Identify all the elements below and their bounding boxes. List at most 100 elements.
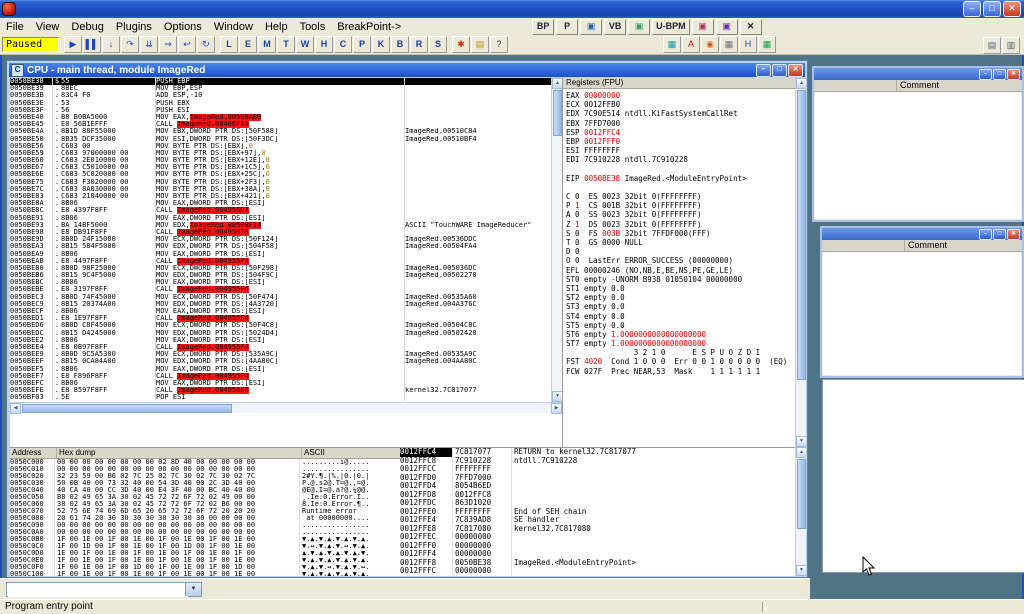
window-l-button[interactable]: L	[220, 36, 238, 53]
dump-row[interactable]: 0050C0D01E 00 1F 00 1E 00 1F 00 1E 00 1F…	[10, 550, 400, 557]
disasm-row[interactable]: 0050BE56.C603 00MOV BYTE PTR DS:[EBX],0	[10, 143, 551, 150]
stack-row[interactable]: 0012FFC87C910228ntdll.7C910228	[400, 457, 795, 466]
rw1-minimize-button[interactable]: –	[979, 69, 992, 80]
register-row[interactable]: ECX 0012FFB0	[566, 100, 796, 109]
register-row[interactable]: EFL 00000246 (NO,NB,E,BE,NS,PE,GE,LE)	[566, 266, 796, 275]
window-e-button[interactable]: E	[239, 36, 257, 53]
stack-row[interactable]: 0012FFE87C817080kernel32.7C817080	[400, 525, 795, 534]
disasm-row[interactable]: 0050BEE4.E8 0B97F8FFCALL ImageRed.004955…	[10, 344, 551, 351]
appearance-icon[interactable]: ▤	[471, 36, 489, 53]
stack-row[interactable]: 0012FFFC00000000	[400, 567, 795, 576]
refresh-icon[interactable]: ↻	[197, 36, 215, 53]
stack-row[interactable]: 0012FFF400000000	[400, 550, 795, 559]
window-m-button[interactable]: M	[258, 36, 276, 53]
command-combobox[interactable]: ▼	[6, 582, 202, 597]
close-button[interactable]: ✕	[1003, 1, 1021, 17]
disasm-row[interactable]: 0050BEB6.8B15 9C4F5000MOV EDX,DWORD PTR …	[10, 272, 551, 279]
tool-grid-teal-icon[interactable]: ▦	[663, 36, 681, 53]
stack-row[interactable]: 0012FFC47C817077RETURN to kernel32.7C817…	[400, 448, 795, 457]
register-row[interactable]: EAX 00000000	[566, 91, 796, 100]
stack-scroll-thumb[interactable]	[797, 459, 806, 529]
disasm-row[interactable]: 0050BEC3.8B0D 74F45000MOV ECX,DWORD PTR …	[10, 294, 551, 301]
register-row[interactable]: ESP 0012FFC4	[566, 128, 796, 137]
tool-grid-green-icon[interactable]: ▦	[758, 36, 776, 53]
menu-tools[interactable]: Tools	[294, 20, 332, 34]
disasm-row[interactable]: 0050BEEF.8B15 0CA84A00MOV EDX,DWORD PTR …	[10, 358, 551, 365]
step-over-icon[interactable]: ↷	[121, 36, 139, 53]
dump-row[interactable]: 0050C050B8 02 49 65 3A 30 02 45 72 72 6F…	[10, 494, 400, 501]
pause-icon[interactable]: ▌▌	[83, 36, 101, 53]
disasm-row[interactable]: 0050BEE2.8B06MOV EAX,DWORD PTR DS:[ESI]	[10, 337, 551, 344]
register-row[interactable]: 3 2 1 0 E S P U O Z D I	[566, 348, 796, 357]
scroll-up-icon[interactable]: ▲	[796, 78, 806, 89]
dump-col-address[interactable]: Address	[10, 448, 57, 458]
disasm-row[interactable]: 0050BED6.8B0D C8F45000MOV ECX,DWORD PTR …	[10, 322, 551, 329]
dump-row[interactable]: 0050C01000 00 00 00 00 00 00 00 00 00 00…	[10, 466, 400, 473]
cpu-window-titlebar[interactable]: C CPU - main thread, module ImageRed – □…	[9, 63, 805, 77]
disasm-row[interactable]: 0050BE39.8BECMOV EBP,ESP	[10, 85, 551, 92]
stack-row[interactable]: 0012FFCCFFFFFFFF	[400, 465, 795, 474]
register-row[interactable]: FCW 027F Prec NEAR,53 Mask 1 1 1 1 1 1	[566, 367, 796, 376]
disasm-row[interactable]: 0050BE3F.56PUSH ESI	[10, 107, 551, 114]
tool-h-icon[interactable]: H	[739, 36, 757, 53]
animate-into-icon[interactable]: ⇊	[140, 36, 158, 53]
register-row[interactable]: EIP 0050BE38 ImageRed.<ModuleEntryPoint>	[566, 174, 796, 183]
stack-row[interactable]: 0012FFD07FFD7000	[400, 474, 795, 483]
ubpm-list-icon[interactable]: ▣	[716, 19, 738, 35]
p-button[interactable]: P	[556, 19, 578, 35]
blank-column-header[interactable]	[814, 80, 897, 91]
disasm-row[interactable]: 0050BE4A.8B1D 88F55000MOV EBX,DWORD PTR …	[10, 128, 551, 135]
dump-row[interactable]: 0050C00000 00 00 00 00 00 00 00 02 8D 40…	[10, 459, 400, 466]
disasm-row[interactable]: 0050BEBC.8B06MOV EAX,DWORD PTR DS:[ESI]	[10, 279, 551, 286]
register-row[interactable]: A 0 SS 0023 32bit 0(FFFFFFFF)	[566, 210, 796, 219]
window-t-button[interactable]: T	[277, 36, 295, 53]
register-row[interactable]	[566, 165, 796, 174]
disasm-row[interactable]: 0050BE6E.C683 5C020000 00MOV BYTE PTR DS…	[10, 171, 551, 178]
registers-scroll-thumb[interactable]	[797, 90, 806, 380]
run-icon[interactable]: ▶	[64, 36, 82, 53]
vb-button[interactable]: VB	[604, 19, 626, 35]
register-row[interactable]: ST0 empty -UNORM B938 01050104 00000000	[566, 275, 796, 284]
disasm-row[interactable]: 0050BEFE.E8 8597F8FFCALL ImageRed.004956…	[10, 387, 551, 394]
animate-over-icon[interactable]: ⇒	[159, 36, 177, 53]
disasm-scroll-thumb[interactable]	[553, 90, 562, 136]
blank-column-header[interactable]	[822, 240, 905, 251]
combo-dropdown-icon[interactable]: ▼	[185, 583, 201, 596]
scroll-left-icon[interactable]: ◀	[10, 403, 21, 414]
register-row[interactable]: Z 1 DS 0023 32bit 0(FFFFFFFF)	[566, 220, 796, 229]
menubar-close-icon[interactable]: ✕	[740, 19, 762, 35]
rw1-close-button[interactable]: ✕	[1007, 69, 1020, 80]
disasm-row[interactable]: 0050BE40.B8 B0BA5000MOV EAX,ImageRed.005…	[10, 114, 551, 121]
dump-row[interactable]: 0050C1001F 00 1E 00 1F 00 1E 00 1F 00 1E…	[10, 571, 400, 576]
stack-row[interactable]: 0012FFDC863D1020	[400, 499, 795, 508]
register-row[interactable]: ESI FFFFFFFF	[566, 146, 796, 155]
disasm-row[interactable]: 0050BE60.C683 2E010000 00MOV BYTE PTR DS…	[10, 157, 551, 164]
comment-window-1-body[interactable]	[815, 92, 1021, 219]
stack-row[interactable]: 0012FFD48054B6ED	[400, 482, 795, 491]
dump-row[interactable]: 0050C09000 00 00 00 00 00 00 00 00 00 00…	[10, 522, 400, 529]
window-list-icon[interactable]: ▤	[983, 37, 1001, 54]
rw1-restore-button[interactable]: □	[993, 69, 1006, 80]
stack-row[interactable]: 0012FFF000000000	[400, 542, 795, 551]
dump-row[interactable]: 0050C04040 CA 40 00 CC 3D 40 00 E4 3F 40…	[10, 487, 400, 494]
comment-column-header[interactable]: Comment	[905, 240, 1022, 251]
disasm-row[interactable]: 0050BE75.C683 F3020000 00MOV BYTE PTR DS…	[10, 179, 551, 186]
tool-dot-icon[interactable]: ◉	[701, 36, 719, 53]
window-h-button[interactable]: H	[315, 36, 333, 53]
disasm-row[interactable]: 0050BE98.E8 DB91F8FFCALL ImageRed.004950…	[10, 229, 551, 236]
menu-view[interactable]: View	[30, 20, 66, 34]
disasm-row[interactable]: 0050BEAB.E8 4497F8FFCALL ImageRed.004955…	[10, 258, 551, 265]
stack-row[interactable]: 0012FFE47C839AD8SE handler	[400, 516, 795, 525]
disasm-row[interactable]: 0050BE38$55PUSH EBP	[10, 78, 551, 85]
disasm-row[interactable]: 0050BEDC.8B15 D4245000MOV EDX,DWORD PTR …	[10, 330, 551, 337]
scroll-down-icon[interactable]: ▼	[796, 565, 806, 576]
disasm-row[interactable]: 0050BECF.8B06MOV EAX,DWORD PTR DS:[ESI]	[10, 308, 551, 315]
dump-col-hex[interactable]: Hex dump	[57, 448, 302, 458]
dump-pane[interactable]: Address Hex dump ASCII 0050C00000 00 00 …	[10, 447, 401, 576]
disasm-row[interactable]: 0050BEBE.E8 3197F8FFCALL ImageRed.004955…	[10, 286, 551, 293]
window-tile-icon[interactable]: ▥	[1002, 37, 1020, 54]
vb-tool-icon[interactable]: ▣	[628, 19, 650, 35]
disasm-vscrollbar[interactable]: ▲ ▼	[551, 78, 562, 402]
disasm-hscrollbar[interactable]: ◀ ▶	[10, 402, 562, 413]
rw2-minimize-button[interactable]: –	[979, 229, 992, 240]
